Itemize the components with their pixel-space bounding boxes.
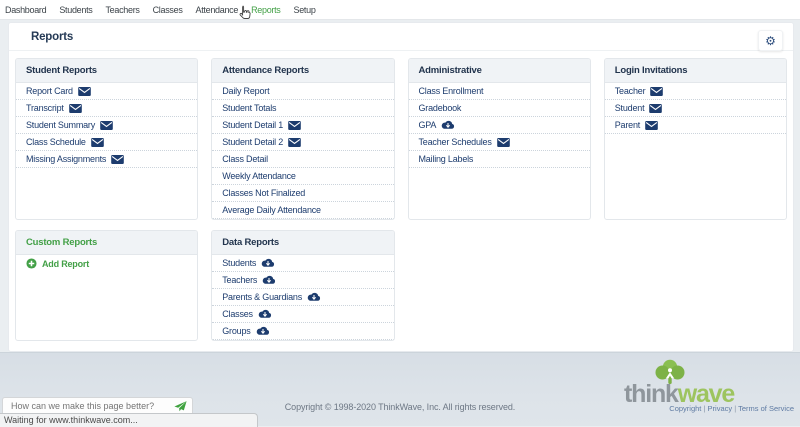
envelope-icon	[645, 121, 658, 130]
link-weekly-attendance[interactable]: Weekly Attendance	[212, 168, 393, 185]
page-footer: Copyright © 1998-2020 ThinkWave, Inc. Al…	[0, 352, 800, 426]
envelope-icon	[100, 121, 113, 130]
footer-link-privacy[interactable]: Privacy	[704, 404, 733, 413]
nav-item-students[interactable]: Students	[59, 5, 92, 15]
link-teacher-schedules[interactable]: Teacher Schedules	[409, 134, 590, 151]
link-data-parents-guardians[interactable]: Parents & Guardians	[212, 289, 393, 306]
link-gpa[interactable]: GPA	[409, 117, 590, 134]
browser-status-bar: Waiting for www.thinkwave.com...	[0, 413, 258, 427]
link-transcript[interactable]: Transcript	[16, 100, 197, 117]
link-invitation-student[interactable]: Student	[605, 100, 786, 117]
link-invitation-teacher[interactable]: Teacher	[605, 83, 786, 100]
card-administrative: Administrative Class Enrollment Gradeboo…	[408, 58, 591, 220]
link-average-daily-attendance[interactable]: Average Daily Attendance	[212, 202, 393, 219]
add-report-button[interactable]: Add Report	[16, 255, 197, 272]
card-title: Login Invitations	[605, 59, 786, 83]
link-report-card[interactable]: Report Card	[16, 83, 197, 100]
envelope-icon	[650, 87, 663, 96]
link-class-schedule[interactable]: Class Schedule	[16, 134, 197, 151]
envelope-icon	[69, 104, 82, 113]
nav-item-dashboard[interactable]: Dashboard	[5, 5, 46, 15]
reports-panel: Reports ⚙ Student Reports Report Card Tr…	[8, 22, 794, 352]
nav-item-reports[interactable]: Reports	[251, 5, 280, 15]
card-custom-reports: Custom Reports Add Report	[15, 230, 198, 341]
link-mailing-labels[interactable]: Mailing Labels	[409, 151, 590, 168]
cloud-download-icon	[441, 120, 455, 130]
cloud-download-icon	[262, 275, 276, 285]
link-class-detail[interactable]: Class Detail	[212, 151, 393, 168]
settings-gear-button[interactable]: ⚙	[758, 30, 783, 51]
link-student-summary[interactable]: Student Summary	[16, 117, 197, 134]
link-classes-not-finalized[interactable]: Classes Not Finalized	[212, 185, 393, 202]
nav-item-classes[interactable]: Classes	[153, 5, 183, 15]
link-student-detail-2[interactable]: Student Detail 2	[212, 134, 393, 151]
cloud-download-icon	[261, 258, 275, 268]
envelope-icon	[497, 138, 510, 147]
logo-wordmark: thinkwave	[624, 383, 796, 405]
card-title: Data Reports	[212, 231, 393, 255]
gear-icon: ⚙	[765, 34, 776, 48]
link-student-detail-1[interactable]: Student Detail 1	[212, 117, 393, 134]
envelope-icon	[288, 138, 301, 147]
envelope-icon	[91, 138, 104, 147]
card-data-reports: Data Reports Students Teachers Parents &…	[211, 230, 394, 341]
card-login-invitations: Login Invitations Teacher Student Parent	[604, 58, 787, 220]
link-invitation-parent[interactable]: Parent	[605, 117, 786, 134]
footer-link-copyright[interactable]: Copyright	[669, 404, 701, 413]
card-attendance-reports: Attendance Reports Daily Report Student …	[211, 58, 394, 220]
link-data-teachers[interactable]: Teachers	[212, 272, 393, 289]
link-class-enrollment[interactable]: Class Enrollment	[409, 83, 590, 100]
send-paper-plane-icon[interactable]	[174, 400, 187, 412]
link-gradebook[interactable]: Gradebook	[409, 100, 590, 117]
card-title: Student Reports	[16, 59, 197, 83]
link-daily-report[interactable]: Daily Report	[212, 83, 393, 100]
card-title: Administrative	[409, 59, 590, 83]
panel-header: Reports ⚙	[9, 23, 793, 51]
nav-item-setup[interactable]: Setup	[294, 5, 316, 15]
top-navigation: Dashboard Students Teachers Classes Atte…	[0, 0, 800, 20]
thinkwave-logo: thinkwave Copyright Privacy Terms of Ser…	[624, 359, 796, 413]
plus-circle-icon	[26, 258, 37, 269]
card-title: Attendance Reports	[212, 59, 393, 83]
report-cards-grid: Student Reports Report Card Transcript S…	[15, 58, 787, 341]
link-student-totals[interactable]: Student Totals	[212, 100, 393, 117]
cloud-download-icon	[256, 326, 270, 336]
envelope-icon	[78, 87, 91, 96]
envelope-icon	[288, 121, 301, 130]
envelope-icon	[111, 155, 124, 164]
link-data-groups[interactable]: Groups	[212, 323, 393, 340]
card-student-reports: Student Reports Report Card Transcript S…	[15, 58, 198, 220]
nav-item-teachers[interactable]: Teachers	[105, 5, 139, 15]
link-data-students[interactable]: Students	[212, 255, 393, 272]
page-title: Reports	[31, 31, 73, 43]
cloud-download-icon	[258, 309, 272, 319]
link-missing-assignments[interactable]: Missing Assignments	[16, 151, 197, 168]
footer-link-terms[interactable]: Terms of Service	[734, 404, 794, 413]
envelope-icon	[649, 104, 662, 113]
cloud-download-icon	[307, 292, 321, 302]
card-title: Custom Reports	[16, 231, 197, 255]
link-data-classes[interactable]: Classes	[212, 306, 393, 323]
nav-item-attendance[interactable]: Attendance	[196, 5, 239, 15]
